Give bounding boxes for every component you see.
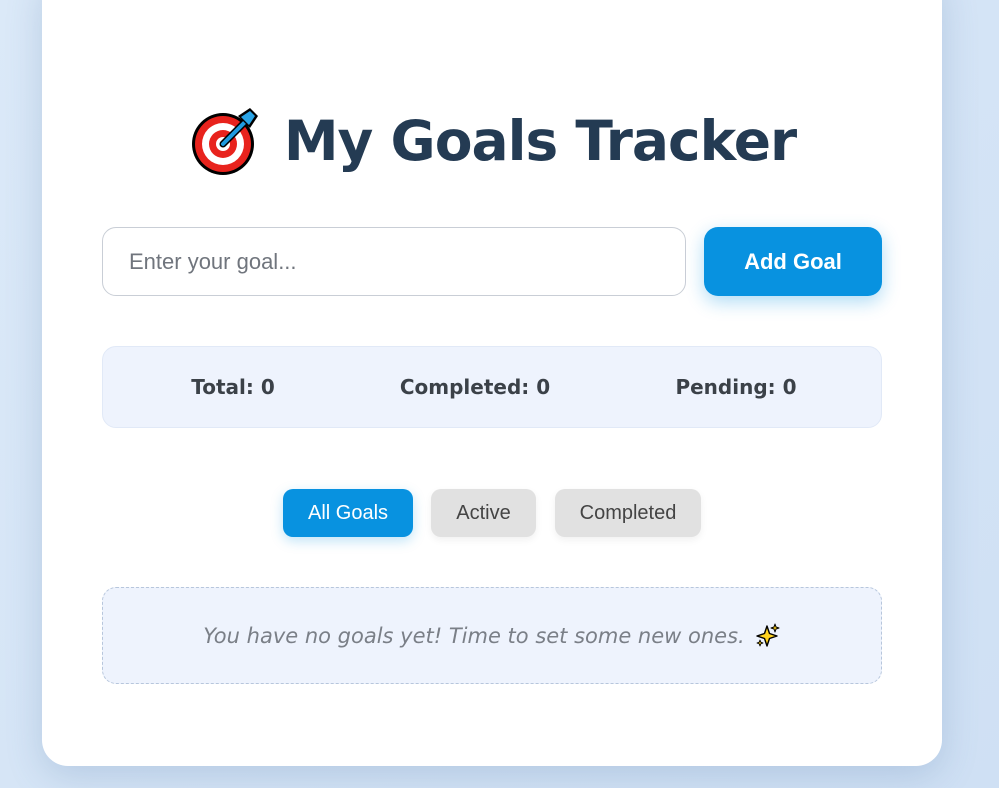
app-header: My Goals Tracker	[42, 101, 942, 181]
add-goal-button[interactable]: Add Goal	[704, 227, 882, 296]
stat-completed: Completed: 0	[399, 375, 551, 399]
goal-input[interactable]	[102, 227, 686, 296]
goals-card: My Goals Tracker Add Goal Total: 0 Compl…	[42, 0, 942, 766]
sparkles-icon	[755, 623, 781, 649]
target-icon	[188, 104, 262, 178]
stat-pending: Pending: 0	[675, 375, 797, 399]
empty-goals-message: You have no goals yet! Time to set some …	[102, 587, 882, 684]
stat-total: Total: 0	[191, 375, 275, 399]
stats-panel: Total: 0 Completed: 0 Pending: 0	[102, 346, 882, 428]
filter-bar: All Goals Active Completed	[42, 489, 942, 537]
filter-completed-button[interactable]: Completed	[555, 489, 701, 537]
filter-all-goals-button[interactable]: All Goals	[283, 489, 413, 537]
empty-state-text: You have no goals yet! Time to set some …	[203, 623, 745, 648]
add-goal-form: Add Goal	[102, 227, 882, 296]
page-title: My Goals Tracker	[283, 108, 797, 173]
filter-active-button[interactable]: Active	[431, 489, 536, 537]
